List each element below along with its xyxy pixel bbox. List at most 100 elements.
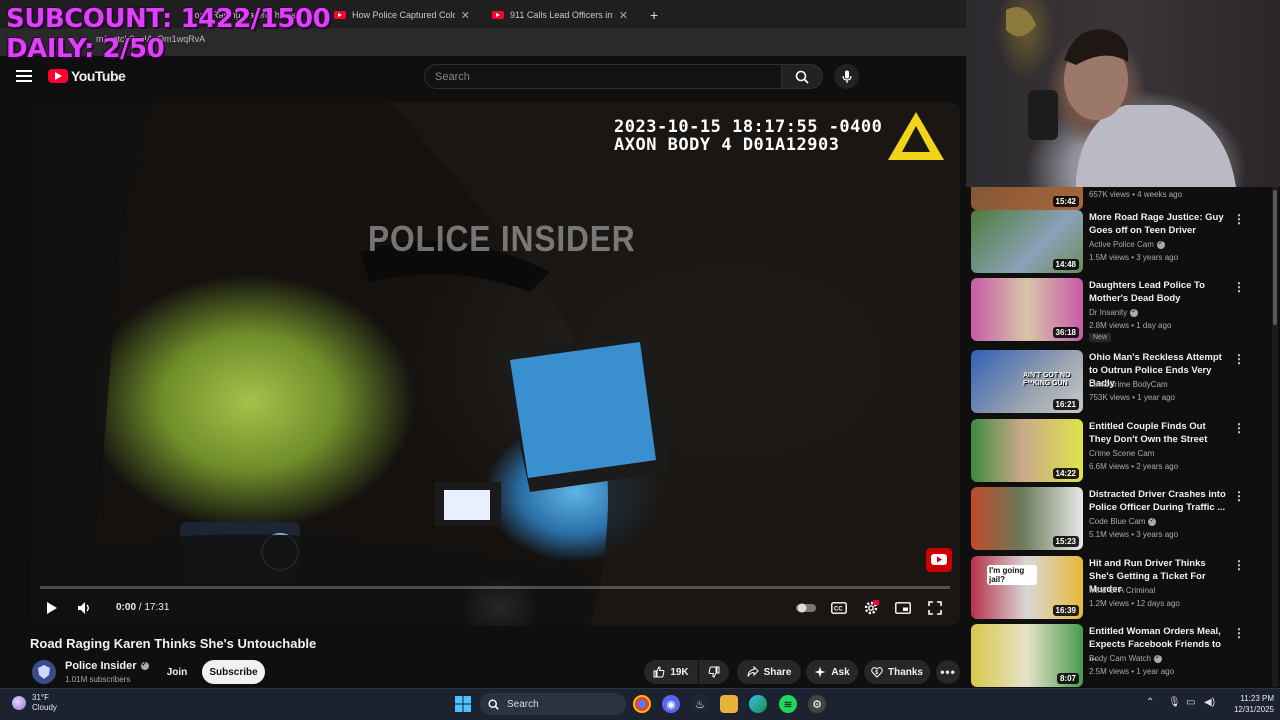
fullscreen-button[interactable] [926,600,944,616]
channel-row[interactable]: Dr Insanity [1089,307,1139,317]
youtube-logo[interactable]: YouTube [48,68,126,84]
channel-row[interactable]: Crime Scene Cam [1089,449,1154,458]
subscribe-button[interactable]: Subscribe [202,660,265,684]
channel-name[interactable]: Law&Crime BodyCam [1089,380,1168,389]
channel-name[interactable]: Active Police Cam [1089,240,1154,249]
start-button[interactable] [454,695,472,713]
ask-button[interactable]: Ask [806,660,858,684]
video-title[interactable]: Distracted Driver Crashes into Police Of… [1089,488,1229,514]
video-player[interactable] [30,102,960,626]
list-item[interactable]: I'm going jail? 16:39 Hit and Run Driver… [971,556,1271,622]
play-button[interactable] [44,600,60,616]
more-vertical-icon[interactable]: ⋮ [1233,280,1245,294]
video-thumbnail[interactable]: 15:42 [971,187,1083,210]
more-vertical-icon[interactable]: ⋮ [1233,558,1245,572]
video-thumbnail[interactable]: 14:22 [971,419,1083,482]
channel-row[interactable]: Code Blue Cam [1089,516,1157,526]
list-item[interactable]: 14:48 More Road Rage Justice: Guy Goes o… [971,210,1271,276]
channel-name-text[interactable]: Police Insider [65,660,137,672]
list-item[interactable]: 36:18 Daughters Lead Police To Mother's … [971,278,1271,344]
channel-row[interactable]: Body Cam Watch [1089,653,1162,663]
volume-button[interactable] [76,600,94,616]
duration-badge: 14:48 [1052,259,1079,270]
channel-row[interactable]: Active Police Cam [1089,239,1165,249]
chrome-icon[interactable] [633,695,651,713]
more-vertical-icon[interactable]: ⋮ [1233,626,1245,640]
windows-icon [455,696,471,712]
list-item[interactable]: 14:22 Entitled Couple Finds Out They Don… [971,419,1271,485]
list-item[interactable]: AIN'T GOT NO F**KING GUN 16:21 Ohio Man'… [971,350,1271,416]
settings-button[interactable] [862,600,880,616]
taskbar-search[interactable]: Search [480,693,626,715]
current-time: 0:00 [116,602,137,613]
weather-widget[interactable]: 31°F Cloudy [12,693,57,713]
duration-badge: 16:39 [1052,605,1079,616]
more-vertical-icon[interactable]: ⋮ [1233,212,1245,226]
channel-row[interactable]: Law&Crime BodyCam [1089,380,1168,389]
bodycam-device: AXON BODY 4 D01A12903 [614,135,840,155]
weather-icon [12,696,26,710]
video-meta: 2.8M views • 1 day ago [1089,321,1172,330]
channel-name[interactable]: Code Blue Cam [1089,517,1145,526]
video-meta: 1.5M views • 3 years ago [1089,253,1179,262]
video-thumbnail[interactable]: I'm going jail? 16:39 [971,556,1083,619]
channel-name[interactable]: Dr Insanity [1089,308,1127,317]
like-button[interactable]: 19K [644,660,698,684]
close-icon[interactable]: ✕ [461,9,470,22]
channel-name[interactable]: Crime Scene Cam [1089,449,1154,458]
discord-icon[interactable]: ◉ [662,695,680,713]
video-thumbnail[interactable]: 14:48 [971,210,1083,273]
display-icon[interactable]: ▭ [1186,697,1195,708]
thanks-button[interactable]: $ Thanks [864,660,930,684]
channel-avatar[interactable] [32,660,56,684]
voice-search-button[interactable] [834,64,859,89]
taskbar-search-label: Search [507,698,539,710]
video-title[interactable]: Entitled Couple Finds Out They Don't Own… [1089,420,1229,446]
new-tab-button[interactable]: + [642,4,666,26]
streamer-silhouette [1006,7,1236,187]
tab-911-calls[interactable]: 911 Calls Lead Officers into 10 ✕ [484,4,636,26]
video-thumbnail[interactable]: 36:18 [971,278,1083,341]
video-thumbnail[interactable]: 8:07 [971,624,1083,687]
channel-name[interactable]: Body Cam Watch [1089,654,1151,663]
join-button[interactable]: Join [166,660,188,684]
close-icon[interactable]: ✕ [619,9,628,22]
volume-icon[interactable]: ◀) [1204,697,1215,708]
taskbar-clock[interactable]: 11:23 PM 12/31/2025 [1218,693,1274,715]
more-vertical-icon[interactable]: ⋮ [1233,421,1245,435]
search-input[interactable]: Search [424,64,782,89]
video-thumbnail[interactable]: 15:23 [971,487,1083,550]
spotify-icon[interactable]: ≋ [779,695,797,713]
svg-text:$: $ [875,670,878,676]
video-title[interactable]: Daughters Lead Police To Mother's Dead B… [1089,279,1229,305]
tab-how-police-captured[interactable]: How Police Captured Colorado ✕ [326,4,478,26]
more-vertical-icon[interactable]: ⋮ [1233,489,1245,503]
share-button[interactable]: Share [737,660,801,684]
more-vertical-icon[interactable]: ⋮ [1233,352,1245,366]
microphone-icon [841,70,852,83]
more-actions-button[interactable]: ••• [936,660,960,684]
channel-name[interactable]: Mind Of A Criminal [1089,586,1155,595]
chevron-up-icon[interactable]: ⌃ [1146,697,1154,708]
channel-name[interactable]: Police Insider [65,660,149,672]
video-thumbnail[interactable]: AIN'T GOT NO F**KING GUN 16:21 [971,350,1083,413]
scrollbar-thumb[interactable] [1273,190,1277,325]
search-button[interactable] [781,64,823,89]
menu-icon[interactable] [16,70,32,82]
edge-icon[interactable] [749,695,767,713]
list-item[interactable]: 15:23 Distracted Driver Crashes into Pol… [971,487,1271,553]
channel-row[interactable]: Mind Of A Criminal [1089,586,1155,595]
miniplayer-button[interactable] [894,600,912,616]
join-label: Join [166,666,188,678]
progress-bar[interactable] [40,586,950,589]
app-icon[interactable]: ⚙ [808,695,826,713]
folder-icon[interactable] [720,695,738,713]
steam-icon[interactable]: ♨ [691,695,709,713]
captions-button[interactable]: CC [830,600,848,616]
list-item[interactable]: 8:07 Entitled Woman Orders Meal, Expects… [971,624,1271,687]
video-title[interactable]: More Road Rage Justice: Guy Goes off on … [1089,211,1229,237]
microphone-icon[interactable]: 🎙 [1168,697,1181,708]
subscribe-watermark-icon[interactable] [926,548,952,572]
dislike-button[interactable] [699,660,729,684]
autoplay-toggle[interactable] [796,600,816,616]
